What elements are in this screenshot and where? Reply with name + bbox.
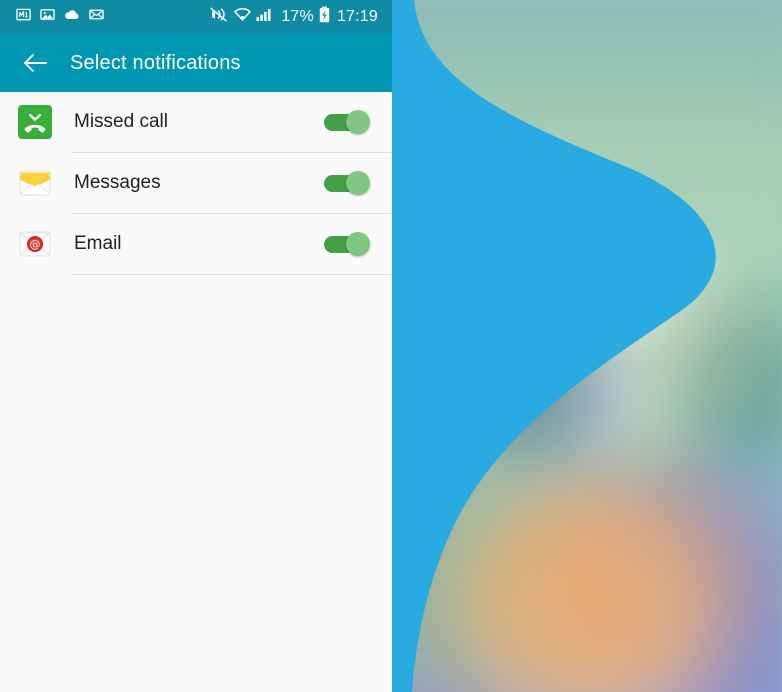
- page-title: Select notifications: [70, 51, 241, 74]
- status-bar: 17% 17:19: [0, 0, 392, 34]
- messages-envelope-icon: [18, 166, 52, 200]
- screenshot-root: 17% 17:19 Select notifications Missed ca…: [0, 0, 782, 692]
- notification-blue-shape: [392, 0, 716, 692]
- mute-vibrate-icon: [210, 7, 229, 27]
- wifi-icon: [234, 7, 252, 27]
- battery-charging-icon: [319, 6, 330, 28]
- toggle-messages[interactable]: [324, 171, 370, 195]
- svg-text:@: @: [30, 238, 41, 251]
- gmail-icon: [16, 7, 31, 27]
- toggle-email[interactable]: [324, 232, 370, 256]
- missed-call-icon: [18, 105, 52, 139]
- email-at-icon: @: [18, 227, 52, 261]
- toggle-missed-call[interactable]: [324, 110, 370, 134]
- back-arrow-icon[interactable]: [22, 50, 48, 76]
- toggle-thumb: [346, 171, 370, 195]
- list-item-email[interactable]: @ Email: [0, 214, 392, 274]
- status-bar-left-icons: [16, 7, 104, 27]
- notification-list: Missed call Messages @ Email: [0, 92, 392, 275]
- photo-icon: [40, 7, 55, 27]
- signal-icon: [256, 7, 272, 27]
- status-bar-right-icons: 17% 17:19: [210, 6, 378, 28]
- list-item-label: Missed call: [74, 111, 168, 132]
- mail-icon: [89, 7, 104, 27]
- battery-percent-label: 17%: [281, 8, 314, 25]
- app-bar: Select notifications: [0, 34, 392, 92]
- list-item-missed-call[interactable]: Missed call: [0, 92, 392, 152]
- toggle-thumb: [346, 232, 370, 256]
- list-item-label: Messages: [74, 172, 161, 193]
- list-item-messages[interactable]: Messages: [0, 153, 392, 213]
- left-phone-screen: 17% 17:19 Select notifications Missed ca…: [0, 0, 392, 692]
- status-bar-clock: 17:19: [336, 8, 378, 25]
- cloud-icon: [64, 7, 80, 27]
- toggle-thumb: [346, 110, 370, 134]
- list-item-label: Email: [74, 233, 122, 254]
- list-divider: [72, 274, 392, 275]
- right-phone-screen: Camila Rinaldi Missed call 18:27: [392, 0, 782, 692]
